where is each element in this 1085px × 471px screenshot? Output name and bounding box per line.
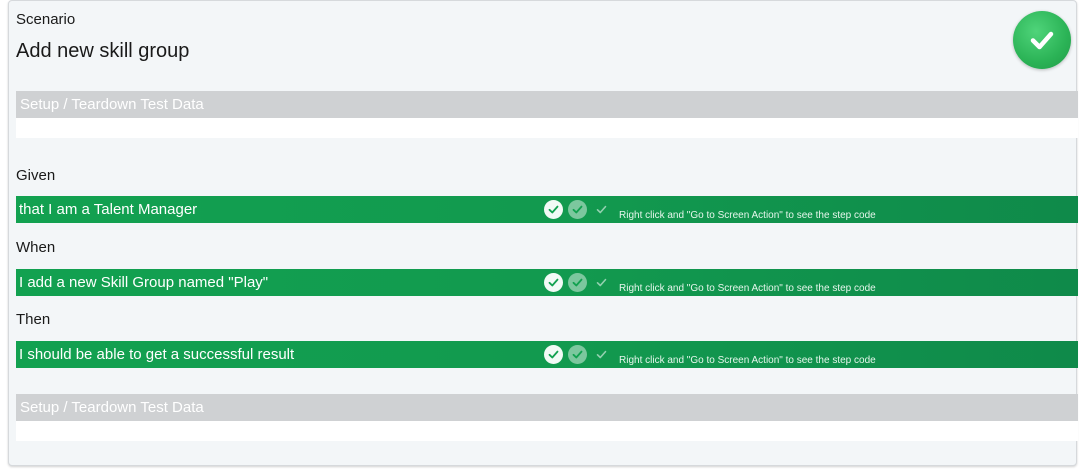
- step-status-checks: [544, 273, 611, 292]
- scenario-title: Add new skill group: [16, 40, 190, 62]
- check-icon: [544, 200, 563, 219]
- step-status-checks: [544, 200, 611, 219]
- check-icon: [568, 200, 587, 219]
- status-check-icon: [1013, 11, 1071, 69]
- check-icon: [592, 273, 611, 292]
- scenario-card: Scenario Add new skill group Setup / Tea…: [8, 0, 1078, 466]
- step-text: I should be able to get a successful res…: [19, 346, 295, 363]
- step-row-then[interactable]: I should be able to get a successful res…: [16, 341, 1078, 368]
- step-text: I add a new Skill Group named "Play": [19, 274, 269, 291]
- check-icon: [544, 345, 563, 364]
- check-icon: [592, 200, 611, 219]
- step-status-checks: [544, 345, 611, 364]
- step-row-given[interactable]: that I am a Talent Manager Right click a…: [16, 196, 1078, 223]
- setup-teardown-body-bottom: [16, 421, 1078, 441]
- check-icon: [592, 345, 611, 364]
- setup-teardown-header-bottom[interactable]: Setup / Teardown Test Data: [16, 394, 1078, 421]
- step-hint: Right click and "Go to Screen Action" to…: [619, 355, 876, 366]
- step-row-when[interactable]: I add a new Skill Group named "Play" Rig…: [16, 269, 1078, 296]
- setup-teardown-body-top: [16, 118, 1078, 138]
- check-icon: [544, 273, 563, 292]
- step-keyword-given: Given: [16, 167, 56, 184]
- scenario-kicker: Scenario: [16, 11, 76, 28]
- step-hint: Right click and "Go to Screen Action" to…: [619, 283, 876, 294]
- step-text: that I am a Talent Manager: [19, 201, 198, 218]
- setup-teardown-header-top[interactable]: Setup / Teardown Test Data: [16, 91, 1078, 118]
- check-icon: [568, 273, 587, 292]
- step-keyword-when: When: [16, 239, 56, 256]
- step-hint: Right click and "Go to Screen Action" to…: [619, 210, 876, 221]
- step-keyword-then: Then: [16, 311, 51, 328]
- check-icon: [568, 345, 587, 364]
